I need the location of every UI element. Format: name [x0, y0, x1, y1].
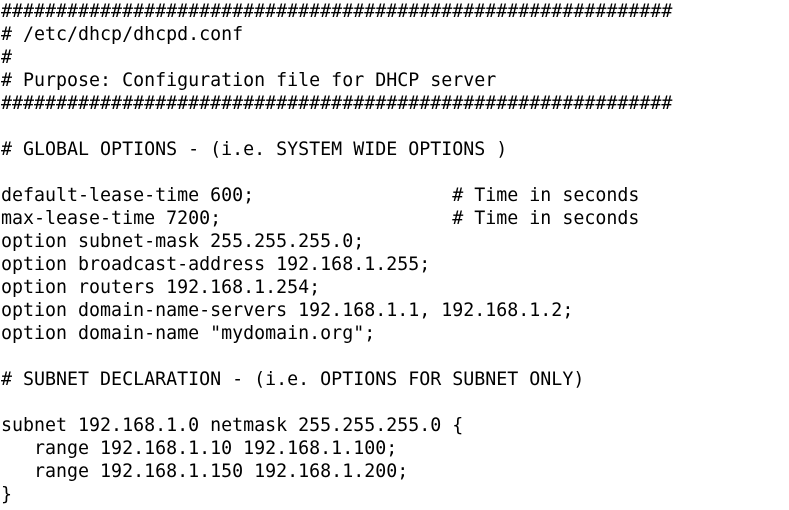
broadcast-address-line: option broadcast-address 192.168.1.255;: [1, 254, 431, 275]
comment-border-top: ########################################…: [1, 1, 673, 22]
comment-subnet-declaration: # SUBNET DECLARATION - (i.e. OPTIONS FOR…: [1, 369, 585, 390]
domain-name-line: option domain-name "mydomain.org";: [1, 323, 376, 344]
closing-brace-line: }: [1, 484, 13, 505]
routers-line: option routers 192.168.1.254;: [1, 277, 321, 298]
comment-border-bottom: ########################################…: [1, 93, 673, 114]
max-lease-time-line: max-lease-time 7200; # Time in seconds: [1, 208, 640, 229]
default-lease-time-line: default-lease-time 600; # Time in second…: [1, 185, 640, 206]
domain-name-servers-line: option domain-name-servers 192.168.1.1, …: [1, 300, 574, 321]
range-line: range 192.168.1.150 192.168.1.200;: [1, 461, 409, 482]
comment-blank: #: [1, 47, 13, 68]
comment-global-options: # GLOBAL OPTIONS - (i.e. SYSTEM WIDE OPT…: [1, 139, 508, 160]
config-file-text: ########################################…: [1, 0, 787, 506]
subnet-declaration-line: subnet 192.168.1.0 netmask 255.255.255.0…: [1, 415, 464, 436]
comment-file-path: # /etc/dhcp/dhcpd.conf: [1, 24, 244, 45]
comment-purpose: # Purpose: Configuration file for DHCP s…: [1, 70, 497, 91]
range-line: range 192.168.1.10 192.168.1.100;: [1, 438, 398, 459]
subnet-mask-line: option subnet-mask 255.255.255.0;: [1, 231, 365, 252]
